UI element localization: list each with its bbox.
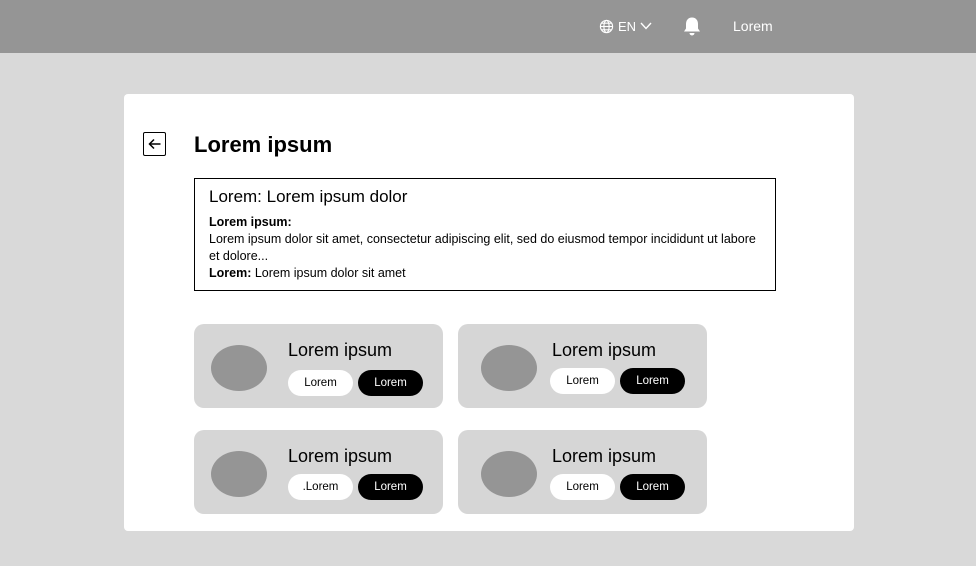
item-title: Lorem ipsum [288, 340, 393, 360]
info-text-2: Lorem ipsum dolor sit amet [254, 266, 406, 280]
list-item[interactable]: Lorem ipsum Lorem Lorem [194, 324, 443, 408]
list-item[interactable]: Lorem ipsum Lorem Lorem [458, 324, 707, 408]
bell-icon[interactable] [682, 16, 702, 37]
avatar [211, 451, 267, 497]
globe-icon [599, 19, 614, 33]
item-primary-button[interactable]: Lorem [620, 368, 685, 394]
item-secondary-button[interactable]: .Lorem [288, 474, 353, 500]
item-title: Lorem ipsum [288, 446, 393, 466]
item-secondary-button[interactable]: Lorem [288, 370, 353, 396]
main-card: Lorem ipsum Lorem: Lorem ipsum dolor Lor… [124, 94, 854, 531]
info-row-2: Lorem: Lorem ipsum dolor sit amet [209, 265, 761, 282]
arrow-left-icon [147, 138, 160, 150]
top-bar: EN Lorem [0, 0, 976, 53]
back-button[interactable] [143, 132, 166, 156]
chevron-down-icon [640, 22, 652, 30]
info-text-1: Lorem ipsum dolor sit amet, consectetur … [209, 232, 756, 263]
page-title: Lorem ipsum [194, 132, 333, 157]
language-selector[interactable]: EN [599, 17, 652, 35]
info-label-1: Lorem ipsum: [209, 215, 292, 229]
item-primary-button[interactable]: Lorem [358, 474, 423, 500]
avatar [481, 345, 537, 391]
avatar [211, 345, 267, 391]
list-item[interactable]: Lorem ipsum .Lorem Lorem [194, 430, 443, 514]
item-primary-button[interactable]: Lorem [358, 370, 423, 396]
item-title: Lorem ipsum [552, 446, 657, 466]
item-title: Lorem ipsum [552, 340, 657, 360]
info-label-2: Lorem: [209, 266, 252, 280]
language-label: EN [618, 18, 637, 34]
avatar [481, 451, 537, 497]
item-primary-button[interactable]: Lorem [620, 474, 685, 500]
item-secondary-button[interactable]: Lorem [550, 368, 615, 394]
info-heading: Lorem: Lorem ipsum dolor [209, 187, 408, 206]
info-box: Lorem: Lorem ipsum dolor Lorem ipsum: Lo… [194, 178, 776, 291]
user-menu[interactable]: Lorem [733, 18, 773, 34]
list-item[interactable]: Lorem ipsum Lorem Lorem [458, 430, 707, 514]
item-secondary-button[interactable]: Lorem [550, 474, 615, 500]
